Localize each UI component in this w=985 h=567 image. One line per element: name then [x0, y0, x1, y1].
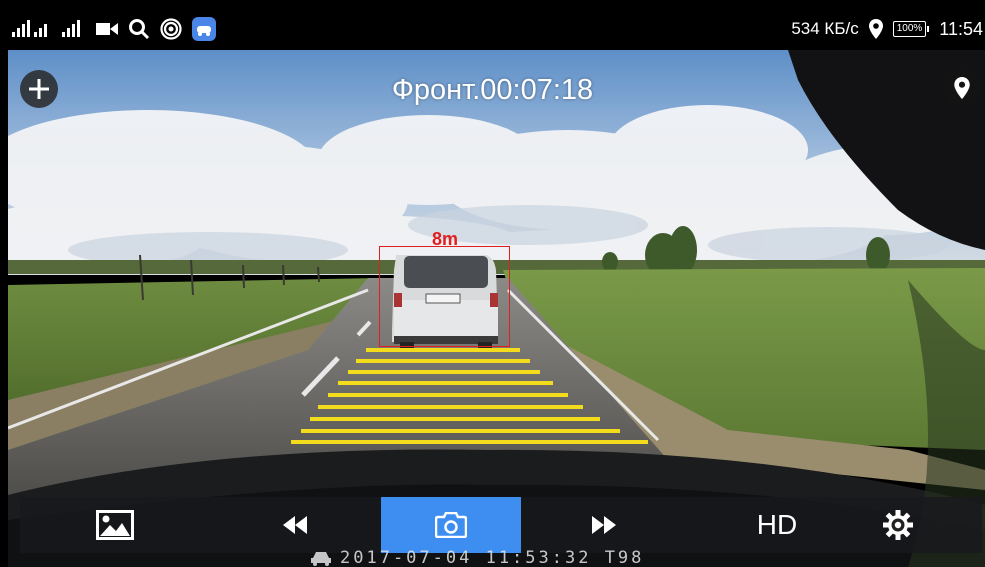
status-clock: 11:54 — [939, 18, 983, 39]
app-icon — [192, 17, 216, 41]
status-bar: 534 КБ/с 100% 11:54 — [0, 8, 985, 50]
battery-percent: 100% — [892, 21, 927, 37]
detection-box — [379, 246, 510, 347]
settings-button[interactable] — [878, 497, 918, 553]
battery-icon: 100% — [892, 21, 930, 37]
rewind-button[interactable] — [275, 497, 315, 553]
fast-forward-icon — [592, 516, 616, 534]
fast-forward-button[interactable] — [584, 497, 624, 553]
camera-title: Фронт.00:07:18 — [391, 74, 594, 106]
car-icon — [311, 551, 331, 566]
video-timestamp: 2017-07-04 11:53:32 T98 — [310, 548, 644, 567]
location-pin-icon — [954, 77, 970, 99]
gallery-button[interactable] — [90, 497, 140, 553]
network-speed: 534 КБ/с — [791, 19, 859, 38]
bottom-toolbar: HD — [20, 497, 982, 553]
wifi-signal-icon — [62, 19, 86, 39]
search-icon — [128, 18, 150, 40]
rewind-icon — [283, 516, 307, 534]
dashcam-screen: 534 КБ/с 100% 11:54 Фронт.00:07:18 8m HD… — [0, 0, 985, 567]
gear-icon — [883, 510, 913, 540]
video-camera-icon — [96, 21, 118, 37]
hd-button[interactable]: HD — [747, 497, 807, 553]
signal-icon — [12, 19, 52, 39]
image-icon — [96, 510, 134, 540]
hotspot-icon — [160, 18, 182, 40]
take-photo-button[interactable] — [381, 497, 521, 553]
timestamp-text: 2017-07-04 11:53:32 T98 — [340, 547, 645, 567]
location-pin-icon — [868, 19, 883, 39]
location-button[interactable] — [944, 70, 980, 106]
camera-icon — [435, 512, 467, 538]
